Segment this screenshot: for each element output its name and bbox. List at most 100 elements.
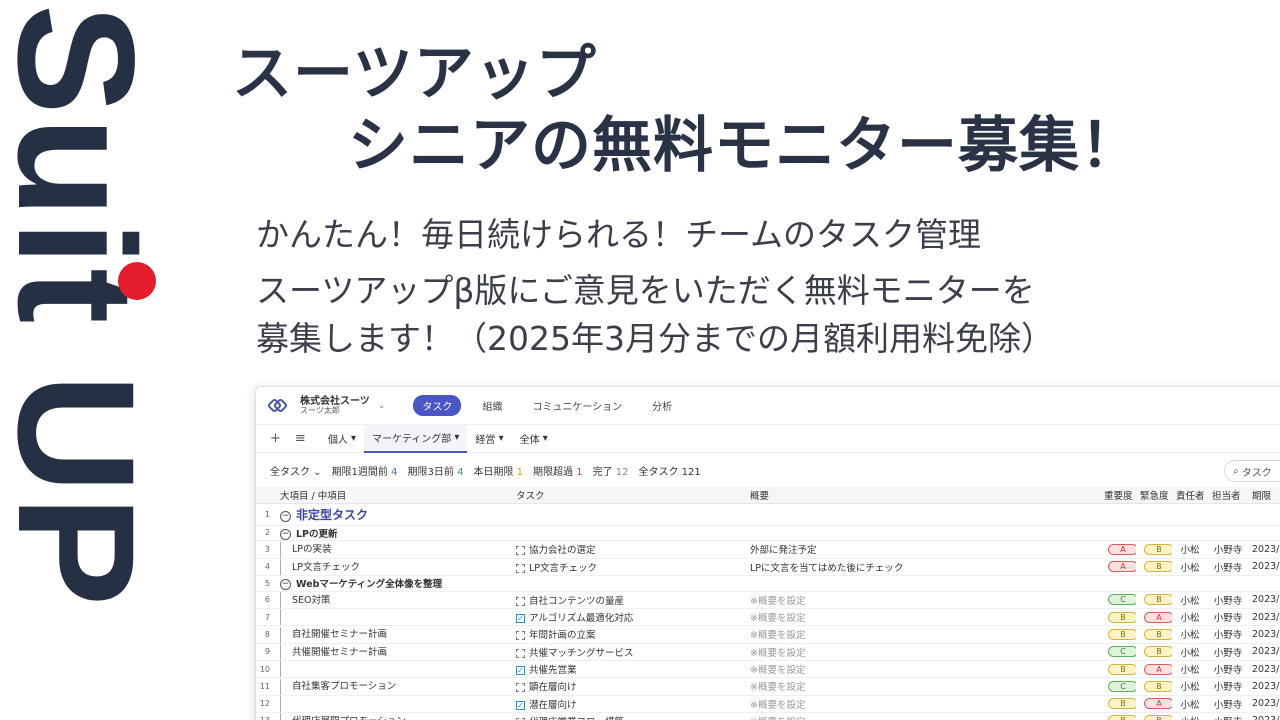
collapse-icon[interactable]: −	[280, 510, 291, 522]
table-row[interactable]: 4 LP文言チェック LP文言チェック LPに文言を当てはめた後にチェック A …	[256, 558, 1280, 576]
column-header[interactable]: 緊急度	[1136, 487, 1172, 504]
tree-line	[280, 559, 290, 575]
task-summary[interactable]: 外部に発注予定	[746, 540, 1100, 559]
column-header[interactable]: 概要	[746, 487, 1100, 504]
group-tab-marketing[interactable]: マーケティング部 ▾	[364, 424, 468, 453]
task-summary[interactable]: ※概要を設定	[746, 625, 1100, 644]
column-header[interactable]: 重要度	[1100, 487, 1136, 504]
search-input[interactable]: ⌕ タスク	[1224, 460, 1280, 482]
table-row[interactable]: 6 SEO対策 自社コンテンツの量産 ※概要を設定 C B 小松 小野寺 202…	[256, 591, 1280, 609]
task-name[interactable]: 協力会社の選定	[529, 545, 596, 556]
column-header[interactable]: 大項目 / 中項目	[276, 487, 512, 504]
importance-badge[interactable]: C	[1108, 594, 1136, 606]
task-summary[interactable]: ※概要を設定	[746, 677, 1100, 696]
table-row[interactable]: 12 ✓ 潜在層向け ※概要を設定 B A 小松 小野寺 2023/03	[256, 695, 1280, 713]
task-summary[interactable]: ※概要を設定	[746, 643, 1100, 661]
task-summary[interactable]: LPに文言を当てはめた後にチェック	[746, 558, 1100, 576]
task-summary[interactable]: ※概要を設定	[746, 608, 1100, 626]
filter-total[interactable]: 全タスク 121	[638, 463, 700, 478]
table-row[interactable]: 7 ✓ アルゴリズム最適化対応 ※概要を設定 B A 小松 小野寺 2023/03	[256, 608, 1280, 626]
collapse-icon[interactable]: −	[280, 528, 291, 540]
importance-badge[interactable]: B	[1108, 715, 1136, 720]
filter-week[interactable]: 期限1週間前 4	[332, 463, 398, 478]
task-summary[interactable]: ※概要を設定	[746, 660, 1100, 678]
row-number: 13	[256, 712, 276, 720]
importance-badge[interactable]: B	[1108, 611, 1136, 623]
urgency-badge[interactable]: A	[1144, 698, 1172, 709]
task-checkbox[interactable]	[516, 683, 525, 693]
urgency-badge[interactable]: B	[1144, 646, 1172, 658]
owner: 小松	[1172, 677, 1208, 696]
tab-communication[interactable]: コミュニケーション	[523, 395, 631, 416]
owner: 小松	[1172, 591, 1208, 609]
urgency-badge[interactable]: B	[1144, 561, 1172, 573]
task-checkbox[interactable]: ✓	[516, 700, 525, 710]
urgency-badge[interactable]: B	[1144, 680, 1172, 692]
task-name[interactable]: 共催先営業	[529, 665, 577, 676]
column-header[interactable]: タスク	[512, 487, 746, 504]
task-name[interactable]: 顕在層向け	[529, 682, 577, 693]
column-header[interactable]: 責任者	[1172, 487, 1208, 504]
task-summary[interactable]: ※概要を設定	[746, 591, 1100, 609]
menu-icon[interactable]: ≡	[295, 431, 306, 446]
group-tab-management[interactable]: 経営 ▾	[467, 425, 511, 453]
table-row-section[interactable]: 1 − 非定型タスク	[256, 503, 1280, 526]
task-checkbox[interactable]	[516, 596, 525, 606]
chevron-down-icon[interactable]: ⌄	[378, 401, 386, 411]
task-name[interactable]: アルゴリズム最適化対応	[529, 613, 633, 624]
user-name: スーツ太郎	[300, 405, 340, 415]
column-header[interactable]: 担当者	[1208, 487, 1248, 504]
assignee: 小野寺	[1208, 591, 1248, 609]
brand-logo-text: Suit UP	[0, 4, 168, 609]
add-icon[interactable]: +	[270, 431, 281, 446]
task-name[interactable]: 自社コンテンツの量産	[529, 596, 624, 607]
task-name[interactable]: 年間計画の立案	[529, 630, 596, 641]
filter-today[interactable]: 本日期限 1	[473, 463, 523, 478]
group-tab-personal[interactable]: 個人 ▾	[320, 425, 364, 453]
task-summary[interactable]: ※概要を設定	[746, 695, 1100, 713]
importance-badge[interactable]: C	[1108, 646, 1136, 658]
task-checkbox[interactable]	[516, 546, 525, 556]
collapse-icon[interactable]: −	[280, 579, 291, 591]
assignee: 小野寺	[1208, 677, 1248, 696]
task-summary[interactable]: ※概要を設定	[746, 712, 1100, 720]
urgency-badge[interactable]: A	[1144, 663, 1172, 675]
table-row[interactable]: 10 ✓ 共催先営業 ※概要を設定 B A 小松 小野寺 2023/03	[256, 660, 1280, 678]
tab-analysis[interactable]: 分析	[643, 395, 681, 416]
task-checkbox[interactable]	[516, 631, 525, 641]
filter-three-days[interactable]: 期限3日前 4	[408, 463, 464, 478]
filter-all-dropdown[interactable]: 全タスク ⌄	[270, 463, 322, 478]
table-row[interactable]: 9 共催開催セミナー計画 共催マッチングサービス ※概要を設定 C B 小松 小…	[256, 643, 1280, 661]
table-row[interactable]: 3 LPの実装 協力会社の選定 外部に発注予定 A B 小松 小野寺 2023/…	[256, 540, 1280, 559]
task-name[interactable]: LP文言チェック	[529, 563, 597, 574]
task-checkbox[interactable]: ✓	[516, 614, 525, 623]
urgency-badge[interactable]: B	[1144, 594, 1172, 606]
table-row[interactable]: 8 自社開催セミナー計画 年間計画の立案 ※概要を設定 B B 小松 小野寺 2…	[256, 625, 1280, 644]
table-row-group[interactable]: 2 − LPの更新	[256, 525, 1280, 541]
task-checkbox[interactable]: ✓	[516, 666, 525, 675]
importance-badge[interactable]: A	[1108, 543, 1136, 555]
group-tab-all[interactable]: 全体 ▾	[512, 425, 556, 453]
tab-organization[interactable]: 組織	[473, 395, 511, 416]
table-row[interactable]: 13 代理店展開プロモーション 代理店営業フロー構築 ※概要を設定 B B 小松…	[256, 712, 1280, 720]
task-name[interactable]: 潜在層向け	[529, 700, 577, 711]
urgency-badge[interactable]: B	[1144, 543, 1172, 555]
urgency-badge[interactable]: A	[1144, 611, 1172, 623]
importance-badge[interactable]: C	[1108, 680, 1136, 692]
importance-badge[interactable]: A	[1108, 561, 1136, 573]
importance-badge[interactable]: B	[1108, 698, 1136, 709]
table-row[interactable]: 11 自社集客プロモーション 顕在層向け ※概要を設定 C B 小松 小野寺 2…	[256, 677, 1280, 696]
company-switcher[interactable]: 株式会社スーツ スーツ太郎	[300, 396, 370, 416]
filter-done[interactable]: 完了 12	[593, 463, 629, 478]
task-name[interactable]: 共催マッチングサービス	[529, 648, 634, 659]
urgency-badge[interactable]: B	[1144, 715, 1172, 720]
column-header[interactable]: 期限	[1248, 487, 1280, 504]
importance-badge[interactable]: B	[1108, 663, 1136, 675]
importance-badge[interactable]: B	[1108, 628, 1136, 640]
tab-task[interactable]: タスク	[413, 395, 462, 416]
urgency-badge[interactable]: B	[1144, 628, 1172, 640]
table-row-group[interactable]: 5 − Webマーケティング全体像を整理	[256, 575, 1280, 592]
task-checkbox[interactable]	[516, 648, 525, 658]
filter-overdue[interactable]: 期限超過 1	[533, 463, 583, 478]
task-checkbox[interactable]	[516, 563, 525, 573]
